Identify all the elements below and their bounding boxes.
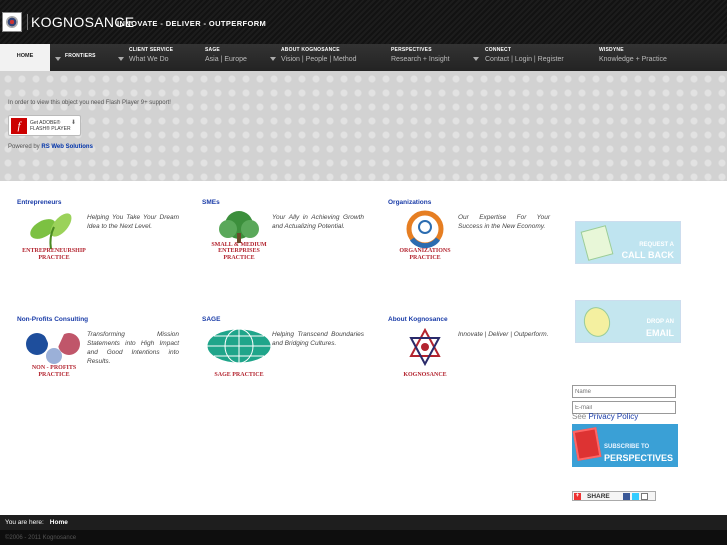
share-label: SHARE [587,493,610,500]
practice-image-label: SMALL & MEDIUM ENTERPRISES PRACTICE [211,241,267,261]
site-header: KOGNOSANCE INNOVATE - DELIVER - OUTPERFO… [0,0,727,44]
practice-title[interactable]: Entrepreneurs [17,199,61,206]
mail-icon[interactable] [641,493,648,500]
nav-sage[interactable]: SAGE Asia | Europe [205,47,247,63]
powered-by: Powered by RS Web Solutions [8,144,93,150]
tree-icon[interactable]: SMALL & MEDIUM ENTERPRISES PRACTICE [206,209,272,261]
chevron-down-icon[interactable] [270,57,276,61]
people-icon[interactable]: NON - PROFITS PRACTICE [21,326,87,378]
nav-client-service[interactable]: CLIENT SERVICE What We Do [129,47,173,63]
get-flash-button[interactable]: f Get ADOBE® FLASH® PLAYER ⬇ [8,115,81,136]
powered-by-link[interactable]: RS Web Solutions [41,144,93,150]
practice-title[interactable]: About Kognosance [388,316,448,323]
flash-icon: f [11,118,27,134]
flash-banner: In order to view this object you need Fl… [0,71,727,181]
magazine-icon [572,427,602,461]
nav-perspectives[interactable]: PERSPECTIVES Research + Insight [391,47,450,63]
practice-image-label: SAGE PRACTICE [214,371,264,378]
practice-card: About Kognosance KOGNOSANCE Innovate | D… [388,316,558,386]
email-big-label: EMAIL [646,328,674,338]
practice-title[interactable]: Organizations [388,199,431,206]
practice-card: Organizations ORGANIZATIONS PRACTICE Our… [388,199,558,269]
email-icon [580,304,614,340]
download-icon: ⬇ [70,120,76,126]
twitter-icon[interactable] [632,493,639,500]
phone-icon [580,225,614,261]
practice-title[interactable]: SAGE [202,316,220,323]
leaf-icon[interactable]: ENTREPRENEURSHIP PRACTICE [21,209,87,261]
star-emblem-icon[interactable]: KOGNOSANCE [392,326,458,378]
request-callback-button[interactable]: REQUEST A CALL BACK [575,221,681,264]
plus-icon: + [574,493,581,500]
nav-wisdyne[interactable]: WISDYNE Knowledge + Practice [599,47,667,63]
name-field[interactable] [572,385,676,398]
practice-card: Entrepreneurs ENTREPRENEURSHIP PRACTICE … [17,199,187,269]
chevron-down-icon[interactable] [118,57,124,61]
practice-image-label: NON - PROFITS PRACTICE [31,365,77,378]
privacy-policy-link[interactable]: Privacy Policy [588,412,638,421]
practice-desc: Helping You Take Your Dream Idea to the … [87,214,179,230]
facebook-icon[interactable] [623,493,630,500]
logo-icon[interactable] [2,12,22,32]
practice-desc: Your Ally in Achieving Growth and Actual… [272,214,364,230]
nav-connect[interactable]: CONNECT Contact | Login | Register [485,47,564,63]
practice-desc: Helping Transcend Boundaries and Bridgin… [272,331,364,347]
practice-card: SAGE SAGE PRACTICE Helping Transcend Bou… [202,316,372,386]
practice-desc: Transforming Mission Statements into Hig… [87,331,179,365]
drop-email-button[interactable]: DROP AN EMAIL [575,300,681,343]
main-nav: HOME FRONTIERS CLIENT SERVICE What We Do … [0,44,727,71]
subscribe-perspectives-button[interactable]: SUBSCRIBE TO PERSPECTIVES [572,424,678,467]
nav-about[interactable]: ABOUT KOGNOSANCE Vision | People | Method [281,47,357,63]
practice-card: SMEs SMALL & MEDIUM ENTERPRISES PRACTICE… [202,199,372,269]
practice-image-label: ORGANIZATIONS PRACTICE [399,248,451,261]
practice-card: Non-Profits Consulting NON - PROFITS PRA… [17,316,187,386]
ring-icon[interactable]: ORGANIZATIONS PRACTICE [392,209,458,261]
chevron-down-icon[interactable] [473,57,479,61]
practice-title[interactable]: SMEs [202,199,220,206]
subscribe-small-label: SUBSCRIBE TO [604,444,650,450]
practice-image-label: KOGNOSANCE [403,371,447,378]
copyright: ©2006 - 2011 Kognosance [0,530,727,545]
globe-icon[interactable]: SAGE PRACTICE [206,326,272,378]
nav-frontiers[interactable]: FRONTIERS [65,53,96,59]
privacy-line: See Privacy Policy [572,412,639,421]
callback-small-label: REQUEST A [639,242,674,248]
nav-home[interactable]: HOME [0,44,50,71]
share-button[interactable]: + SHARE [572,491,656,501]
tagline: INNOVATE - DELIVER - OUTPERFORM [117,19,267,28]
flash-notice: In order to view this object you need Fl… [8,100,171,106]
breadcrumb: You are here: Home [0,515,727,530]
practice-title[interactable]: Non-Profits Consulting [17,316,88,323]
subscribe-big-label: PERSPECTIVES [604,453,674,463]
practice-image-label: ENTREPRENEURSHIP PRACTICE [22,248,86,261]
breadcrumb-label: You are here: [5,519,44,526]
practice-desc: Our Expertise For Your Success in the Ne… [458,214,550,230]
callback-big-label: CALL BACK [621,250,674,260]
chevron-down-icon[interactable] [55,57,61,61]
breadcrumb-home[interactable]: Home [50,519,68,526]
flash-button-label: Get ADOBE® FLASH® PLAYER [30,120,71,132]
practice-desc: Innovate | Deliver | Outperform. [458,331,549,338]
email-small-label: DROP AN [646,319,674,325]
